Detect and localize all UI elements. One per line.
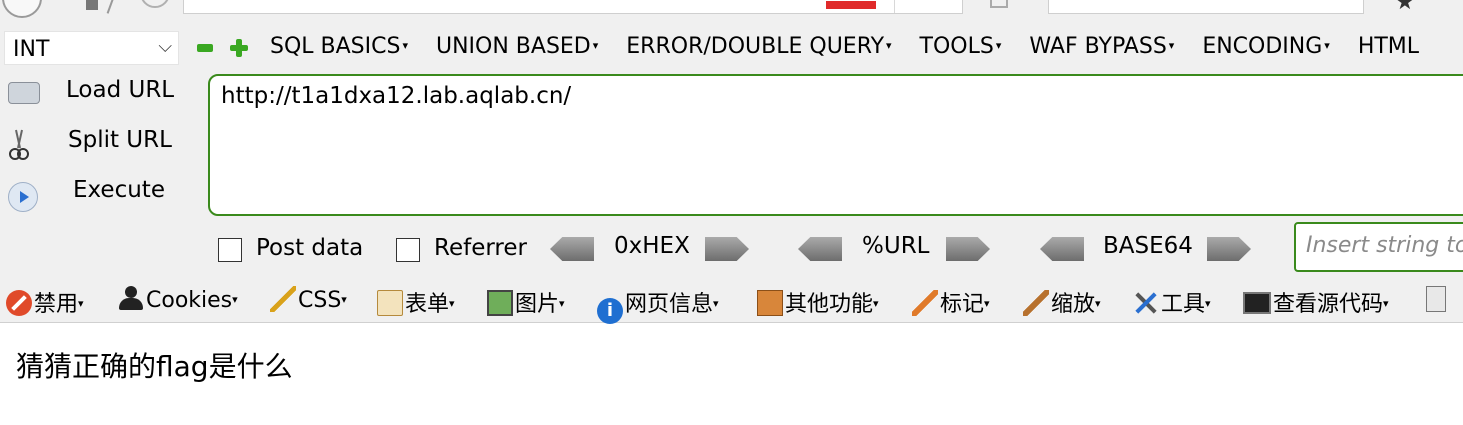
dropdown-arrow-icon: ▾ (1168, 39, 1175, 52)
dropdown-arrow-icon: ▾ (559, 297, 565, 310)
dropdown-arrow-icon: ▾ (984, 297, 990, 310)
menu-sql-basics[interactable]: SQL BASICS ▾ (270, 34, 408, 59)
split-url-button[interactable]: Split URL (0, 124, 200, 168)
dropdown-arrow-icon: ▾ (592, 39, 599, 52)
insert-string-field[interactable] (1294, 222, 1463, 272)
mark-menu[interactable]: 标记▾ (912, 286, 990, 318)
post-data-checkbox[interactable] (218, 238, 242, 262)
menu-union-based[interactable]: UNION BASED ▾ (436, 34, 598, 59)
menu-encoding[interactable]: ENCODING ▾ (1202, 34, 1330, 59)
type-select-value: INT (13, 37, 50, 62)
pencil-icon (912, 290, 938, 316)
printer-icon (8, 82, 40, 104)
chevron-down-icon: ⌵ (158, 36, 172, 57)
decrease-icon[interactable] (197, 44, 213, 52)
url-encode-label: %URL (862, 233, 930, 259)
dropdown-arrow-icon: ▾ (341, 293, 347, 306)
dropdown-arrow-icon: ▾ (873, 297, 879, 310)
dropdown-arrow-icon: ▾ (713, 297, 719, 310)
hex-encode-arrow[interactable] (705, 237, 749, 261)
tools-menu[interactable]: 工具▾ (1133, 286, 1211, 318)
hackbar-panel: INT ⌵ SQL BASICS ▾ UNION BASED ▾ ERROR/DOU… (0, 26, 1463, 278)
images-menu[interactable]: 图片▾ (487, 286, 565, 318)
misc-menu[interactable]: 其他功能▾ (757, 286, 879, 318)
dropdown-arrow-icon: ▾ (402, 39, 408, 52)
forms-menu[interactable]: 表单▾ (377, 286, 455, 318)
page-info-menu[interactable]: i 网页信息▾ (597, 286, 719, 324)
page-icon (86, 0, 98, 10)
image-icon (487, 290, 513, 316)
load-url-label: Load URL (66, 77, 175, 103)
cookies-menu[interactable]: Cookies▾ (118, 286, 238, 313)
download-icon[interactable] (990, 0, 1008, 8)
base64-decode-arrow[interactable] (1040, 237, 1084, 261)
execute-label: Execute (73, 177, 165, 203)
bookmark-star-icon[interactable]: ★ (1395, 0, 1415, 15)
page-body-text: 猜猜正确的flag是什么 (16, 350, 293, 383)
base64-encode-arrow[interactable] (1207, 237, 1251, 261)
split-url-label: Split URL (68, 127, 172, 153)
scissors-icon (8, 128, 30, 162)
overflow-menu[interactable] (1426, 286, 1448, 313)
post-data-label: Post data (256, 235, 364, 261)
hex-label: 0xHEX (614, 233, 690, 259)
back-button[interactable] (2, 0, 42, 18)
dropdown-arrow-icon: ▾ (1324, 39, 1330, 52)
dropdown-arrow-icon: ▾ (1205, 297, 1211, 310)
url-encode-arrow[interactable] (946, 237, 990, 261)
browser-toolbar: ★ (0, 0, 1463, 26)
url-text: http://t1a1dxa12.lab.aqlab.cn/ (221, 83, 572, 109)
menu-waf-bypass[interactable]: WAF BYPASS ▾ (1029, 34, 1174, 59)
address-indicator (826, 1, 876, 9)
options-icon (1426, 286, 1446, 312)
menu-error-double-query[interactable]: ERROR/DOUBLE QUERY ▾ (626, 34, 891, 59)
execute-button[interactable]: Execute (0, 174, 200, 218)
hackbar-menu-row: INT ⌵ SQL BASICS ▾ UNION BASED ▾ ERROR/DOU… (0, 26, 1463, 70)
increase-icon[interactable] (230, 39, 248, 57)
reload-button[interactable] (140, 0, 170, 8)
dropdown-arrow-icon: ▾ (1095, 297, 1101, 310)
info-icon: i (597, 298, 623, 324)
play-icon (8, 182, 38, 212)
web-developer-toolbar: 禁用▾ Cookies▾ CSS▾ 表单▾ 图片▾ i 网页信息▾ 其他功能▾ 标… (0, 278, 1463, 324)
zoom-menu[interactable]: 缩放▾ (1023, 286, 1101, 318)
menu-tools[interactable]: TOOLS ▾ (920, 34, 1002, 59)
css-menu[interactable]: CSS▾ (270, 286, 347, 313)
dropdown-arrow-icon: ▾ (995, 39, 1002, 52)
url-decode-arrow[interactable] (798, 237, 842, 261)
url-textarea[interactable]: http://t1a1dxa12.lab.aqlab.cn/ (208, 74, 1463, 216)
hackbar-menus: SQL BASICS ▾ UNION BASED ▾ ERROR/DOUBLE QU… (270, 34, 1440, 59)
referrer-label: Referrer (434, 235, 527, 261)
hackbar-options-row: Post data Referrer 0xHEX %URL BASE64 (0, 220, 1463, 276)
ruler-icon (1023, 290, 1049, 316)
view-source-menu[interactable]: 查看源代码▾ (1243, 286, 1389, 318)
disable-menu[interactable]: 禁用▾ (6, 286, 84, 318)
type-select[interactable]: INT ⌵ (4, 31, 179, 65)
load-url-button[interactable]: Load URL (0, 74, 200, 118)
cookie-user-icon (118, 286, 144, 312)
dropdown-arrow-icon: ▾ (449, 297, 455, 310)
insert-string-input[interactable] (1304, 232, 1463, 259)
book-icon (757, 290, 783, 316)
disable-icon (6, 290, 32, 316)
dropdown-arrow-icon: ▾ (78, 297, 84, 310)
menu-html[interactable]: HTML (1358, 34, 1419, 59)
dropdown-arrow-icon: ▾ (1383, 297, 1389, 310)
dropdown-arrow-icon: ▾ (886, 39, 892, 52)
address-separator (894, 0, 895, 13)
hex-decode-arrow[interactable] (550, 237, 594, 261)
dropdown-arrow-icon: ▾ (232, 293, 238, 306)
referrer-checkbox[interactable] (396, 238, 420, 262)
address-bar[interactable] (183, 0, 963, 14)
wand-icon (270, 286, 296, 312)
tools-icon (1133, 290, 1159, 316)
base64-label: BASE64 (1103, 233, 1193, 259)
terminal-icon (1243, 292, 1271, 314)
browser-search-box[interactable] (1048, 0, 1364, 14)
separator (106, 0, 116, 14)
clipboard-icon (377, 290, 403, 316)
